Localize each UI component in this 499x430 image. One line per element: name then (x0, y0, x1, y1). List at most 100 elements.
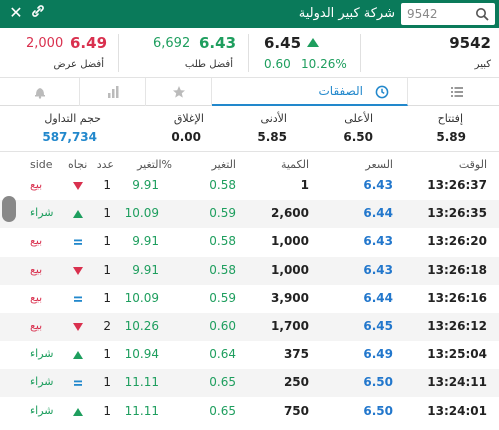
trade-side: بيع (30, 290, 43, 304)
bid-label: أفضل طلب (184, 59, 233, 70)
trade-side: شراء (30, 403, 54, 417)
trade-count: 1 (103, 347, 111, 362)
trade-change-pct: 11.11 (124, 375, 159, 390)
price-value: 6.45 (264, 34, 302, 52)
trade-change: 0.59 (209, 290, 236, 305)
trade-side: بيع (30, 234, 43, 248)
trade-count: 1 (103, 290, 111, 305)
symbol-code: 9542 (449, 34, 491, 52)
tab-chart[interactable] (80, 78, 146, 106)
up-arrow-icon (73, 210, 83, 219)
symbol-search-input[interactable]: 9542 (401, 3, 495, 25)
stat-open-label: إفتتاح (437, 112, 463, 125)
trade-change-pct: 10.09 (124, 290, 159, 305)
trade-price: 6.44 (363, 290, 393, 305)
symbol-box: 9542 كبير (361, 28, 499, 78)
trade-side: شراء (30, 375, 54, 389)
trade-change: 0.64 (209, 347, 236, 362)
trade-qty: 1,000 (271, 262, 309, 277)
stat-high-label: الأعلى (344, 112, 373, 125)
trade-qty: 1,700 (271, 319, 309, 333)
link-icon[interactable] (28, 4, 48, 24)
trade-qty: 3,900 (271, 290, 309, 305)
equal-icon (74, 380, 82, 387)
equal-icon (74, 239, 82, 246)
trade-count: 2 (103, 319, 111, 333)
title-bar: ✕ شركة كبير الدولية 9542 (0, 0, 499, 28)
table-row[interactable]: 13:24:11 6.50 250 0.65 11.11 1 شراء (0, 369, 499, 398)
tab-favorite[interactable] (146, 78, 212, 106)
table-row[interactable]: 13:26:18 6.43 1,000 0.58 9.91 1 بيع (0, 256, 499, 285)
symbol-label: كبير (474, 59, 491, 70)
table-row[interactable]: 13:26:20 6.43 1,000 0.58 9.91 1 بيع (0, 228, 499, 256)
up-arrow-icon (307, 38, 319, 47)
up-arrow-icon (73, 351, 83, 360)
trade-count: 1 (103, 403, 111, 418)
trade-time: 13:26:37 (427, 178, 487, 192)
best-ask: 2,000 6.49 أفضل عرض (0, 28, 118, 78)
up-arrow-icon (73, 407, 83, 416)
bar-chart-icon (108, 86, 119, 98)
table-row[interactable]: 13:24:01 6.50 750 0.65 11.11 1 شراء (0, 398, 499, 426)
bid-qty: 6,692 (153, 36, 191, 51)
stat-low-value: 5.85 (257, 130, 287, 144)
trade-change: 0.58 (209, 262, 236, 277)
trade-time: 13:26:20 (427, 234, 487, 249)
table-row[interactable]: 13:26:16 6.44 3,900 0.59 10.09 1 بيع (0, 285, 499, 313)
trade-qty: 1,000 (271, 234, 309, 249)
trade-side: شراء (30, 206, 54, 220)
table-row[interactable]: 13:26:12 6.45 1,700 0.60 10.26 2 بيع (0, 313, 499, 341)
tab-bar: الصفقات (0, 78, 499, 106)
ask-price: 6.49 (70, 34, 108, 52)
stat-close-label: الإغلاق (173, 112, 204, 125)
trade-qty: 750 (283, 403, 309, 418)
stat-volume-value: 587,734 (42, 130, 97, 144)
change-pct: 10.26% (301, 57, 347, 71)
trade-change: 0.65 (209, 403, 236, 418)
trade-change-pct: 10.09 (124, 206, 159, 221)
down-arrow-icon (73, 323, 83, 331)
trade-side: بيع (30, 262, 43, 276)
table-row[interactable]: 13:25:04 6.49 375 0.64 10.94 1 شراء (0, 341, 499, 369)
quote-panel: 2,000 6.49 أفضل عرض 6,692 6.43 أفضل طلب … (0, 28, 499, 78)
trade-price: 6.43 (363, 234, 393, 249)
stat-close-value: 0.00 (171, 130, 201, 144)
trade-change-pct: 10.26 (124, 319, 159, 333)
table-row[interactable]: 13:26:35 6.44 2,600 0.59 10.09 1 شراء (0, 200, 499, 229)
trade-count: 1 (103, 375, 111, 390)
scrollbar-thumb[interactable] (2, 196, 16, 222)
down-arrow-icon (73, 266, 83, 275)
trade-price: 6.44 (363, 206, 393, 221)
table-row[interactable]: 13:26:37 6.43 1 0.58 9.91 1 بيع (0, 172, 499, 200)
trade-price: 6.43 (363, 178, 393, 192)
trade-qty: 250 (283, 375, 309, 390)
clock-icon (375, 85, 389, 99)
tab-trades-label: الصفقات (318, 84, 364, 98)
trade-change: 0.58 (209, 234, 236, 249)
equal-icon (74, 296, 82, 302)
stat-open-value: 5.89 (436, 130, 466, 144)
th-change-pct: التغير% (137, 158, 172, 171)
stat-low-label: الأدنى (260, 112, 287, 125)
th-change: التغير (211, 158, 236, 171)
ask-label: أفضل عرض (53, 59, 104, 70)
trade-change-pct: 9.91 (132, 234, 159, 249)
trade-time: 13:26:16 (427, 290, 487, 305)
tab-list[interactable] (408, 78, 499, 106)
trade-price: 6.50 (363, 375, 393, 390)
close-icon[interactable]: ✕ (6, 3, 26, 23)
trade-change-pct: 11.11 (124, 403, 159, 418)
company-title: شركة كبير الدولية (298, 6, 395, 21)
trade-price: 6.43 (363, 262, 393, 277)
trade-count: 1 (103, 178, 111, 192)
trade-change: 0.60 (209, 319, 236, 333)
tab-trades[interactable]: الصفقات (212, 78, 408, 106)
trade-time: 13:26:35 (427, 206, 487, 221)
trade-change: 0.59 (209, 206, 236, 221)
trade-count: 1 (103, 262, 111, 277)
trade-time: 13:24:01 (427, 403, 487, 418)
trade-qty: 375 (283, 347, 309, 362)
trade-time: 13:26:12 (427, 319, 487, 333)
trade-change-pct: 10.94 (124, 347, 159, 362)
tab-alerts[interactable] (0, 78, 80, 106)
